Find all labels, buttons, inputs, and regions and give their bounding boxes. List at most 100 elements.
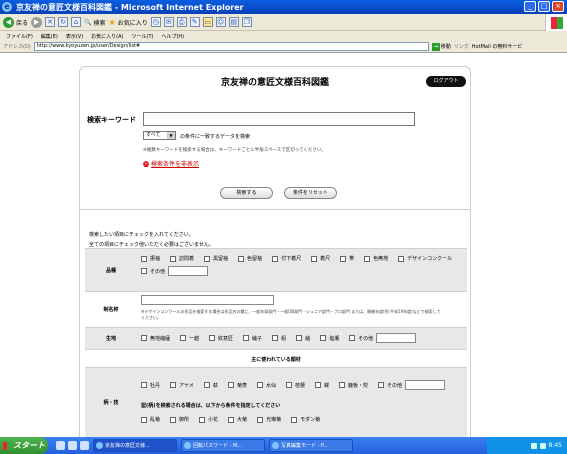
kata-option[interactable]: モダン菊	[291, 416, 320, 423]
checkbox[interactable]	[243, 335, 250, 341]
start-button[interactable]: スタート	[0, 437, 48, 454]
checkbox[interactable]	[272, 335, 279, 341]
kiji-option[interactable]: 無地縮緬	[141, 333, 170, 343]
hinmoku-option[interactable]: 黒留袖	[204, 255, 228, 262]
hinmoku-option[interactable]: 着尺	[311, 255, 330, 262]
hinmoku-option[interactable]: 色無地	[364, 255, 388, 262]
checkbox[interactable]	[291, 416, 298, 423]
checkbox[interactable]	[339, 382, 345, 388]
colors-option[interactable]: 牡丹	[141, 380, 160, 390]
checkbox[interactable]	[141, 268, 147, 274]
colors-option[interactable]: 桔梗	[285, 380, 305, 390]
tray-icon[interactable]	[539, 442, 546, 449]
favorites-button[interactable]: ★ お気に入り	[109, 18, 148, 27]
colors-option[interactable]: アヤメ	[170, 380, 194, 390]
hinmoku-option[interactable]: その他	[141, 266, 209, 276]
kiji-option[interactable]: 一越	[180, 333, 199, 343]
colors-option[interactable]: 萩	[203, 380, 218, 390]
hinmoku-option[interactable]: 付下着尺	[272, 255, 301, 262]
checkbox[interactable]	[314, 382, 321, 388]
print-icon[interactable]: ⎙	[176, 17, 187, 27]
tray-icon[interactable]	[530, 442, 537, 449]
stop-icon[interactable]: ✕	[45, 17, 56, 27]
hinmoku-other-input[interactable]	[168, 266, 209, 276]
checkbox[interactable]	[180, 335, 187, 341]
checkbox[interactable]	[199, 416, 206, 423]
home-icon[interactable]: ⌂	[71, 17, 82, 27]
kiji-option[interactable]: 紋意匠	[209, 333, 233, 343]
logout-button[interactable]: ログアウト	[426, 76, 466, 87]
kiji-option[interactable]: 紬	[296, 333, 310, 343]
checkbox[interactable]	[141, 335, 147, 341]
checkbox[interactable]	[320, 335, 327, 341]
search-button[interactable]: 🔍 検索	[84, 18, 106, 27]
kata-option[interactable]: 御所	[170, 416, 189, 423]
back-button[interactable]: ◀ 戻る	[3, 16, 28, 28]
menu-favorites[interactable]: お気に入り(A)	[91, 33, 123, 40]
close-button[interactable]: ×	[552, 1, 564, 12]
checkbox[interactable]	[311, 255, 318, 262]
go-button[interactable]: → 移動	[431, 42, 451, 51]
checkbox[interactable]	[349, 335, 356, 341]
checkbox[interactable]	[340, 255, 347, 262]
checkbox[interactable]	[141, 416, 147, 423]
hinmoku-option[interactable]: デザインコンクール	[398, 255, 452, 262]
hotmail-link[interactable]: HotMail の無料サービ	[472, 43, 523, 50]
refresh-icon[interactable]: ↻	[58, 17, 69, 27]
checkbox[interactable]	[364, 255, 371, 262]
colors-option[interactable]: 鹿板・熨	[339, 380, 368, 390]
taskbar-item[interactable]: 京友禅の意匠文様...	[93, 439, 177, 452]
checkbox[interactable]	[170, 255, 177, 262]
colors-option[interactable]: その他	[378, 380, 446, 390]
kata-option[interactable]: 光琳菊	[257, 416, 281, 423]
checkbox[interactable]	[204, 255, 211, 262]
kiji-option[interactable]: 綸子	[243, 333, 262, 343]
kiji-option[interactable]: その他	[349, 333, 417, 343]
history-icon[interactable]: ◷	[150, 17, 161, 27]
menu-tools[interactable]: ツール(T)	[132, 33, 154, 40]
checkbox[interactable]	[257, 416, 264, 423]
kiji-other-input[interactable]	[376, 333, 417, 343]
research-icon[interactable]: ▤	[228, 17, 239, 27]
kata-option[interactable]: 小花	[199, 416, 218, 423]
ie-quicklaunch-icon[interactable]	[56, 441, 65, 450]
checkbox[interactable]	[378, 382, 385, 388]
menu-edit[interactable]: 編集(E)	[41, 33, 58, 40]
taskbar-item[interactable]: 回転パスワード - M...	[181, 439, 265, 452]
folder-icon[interactable]: ▭	[202, 17, 213, 27]
maximize-button[interactable]: □	[538, 1, 550, 12]
checkbox[interactable]	[170, 416, 177, 423]
address-input[interactable]: http://www.kyoyuzen.jp/user/Design/list#	[33, 42, 429, 51]
checkbox[interactable]	[272, 255, 279, 262]
checkbox[interactable]	[296, 335, 303, 341]
menu-file[interactable]: ファイル(F)	[6, 33, 33, 40]
menu-help[interactable]: ヘルプ(H)	[161, 33, 184, 40]
kata-option[interactable]: 乱菊	[141, 416, 160, 423]
mail-quicklaunch-icon[interactable]	[68, 441, 77, 450]
edit-icon[interactable]: ✎	[189, 17, 200, 27]
colors-other-input[interactable]	[405, 380, 446, 390]
colors-option[interactable]: 水仙	[256, 380, 276, 390]
hinmoku-option[interactable]: 色留袖	[238, 255, 262, 262]
colors-option[interactable]: 蝶	[314, 380, 329, 390]
taskbar-item[interactable]: 写真編集モード - P...	[269, 439, 353, 452]
checkbox[interactable]	[256, 382, 263, 388]
checkbox[interactable]	[227, 382, 234, 388]
hinmoku-option[interactable]: 振袖	[141, 255, 160, 262]
checkbox[interactable]	[285, 382, 292, 388]
links-label[interactable]: リンク	[454, 43, 469, 50]
minimize-button[interactable]: _	[524, 1, 536, 12]
desktop-quicklaunch-icon[interactable]	[80, 441, 89, 450]
kiji-option[interactable]: 絽	[272, 333, 286, 343]
keyword-input[interactable]	[143, 112, 415, 126]
forward-button[interactable]: ▶	[31, 16, 43, 28]
checkbox[interactable]	[141, 382, 147, 388]
checkbox[interactable]	[170, 382, 177, 388]
colors-option[interactable]: 菊菱	[227, 380, 247, 390]
checkbox[interactable]	[238, 255, 245, 262]
kata-option[interactable]: 大菊	[228, 416, 247, 423]
reset-conditions-button[interactable]: 条件をリセット	[284, 187, 337, 199]
kiji-option[interactable]: 塩瀬	[320, 333, 339, 343]
checkbox[interactable]	[141, 255, 147, 262]
hinmoku-option[interactable]: 訪問着	[170, 255, 194, 262]
